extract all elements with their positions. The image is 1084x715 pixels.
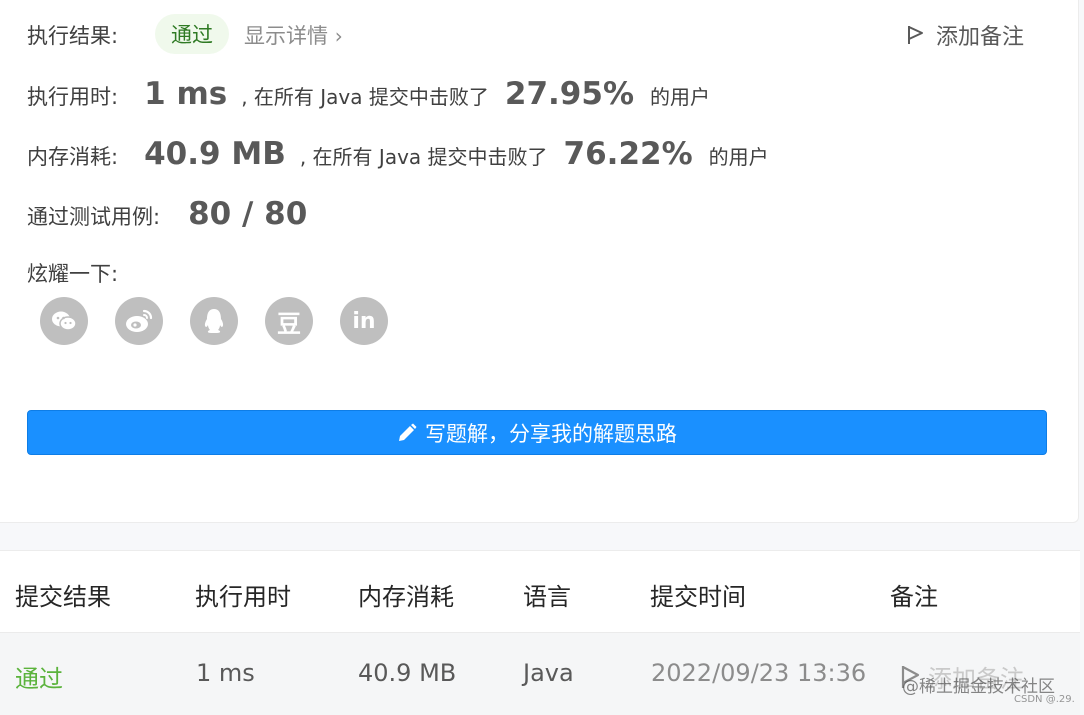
row-language: Java <box>523 659 574 687</box>
share-icons: 豆 in <box>40 297 388 345</box>
status-badge: 通过 <box>155 14 229 54</box>
pencil-icon <box>399 423 417 441</box>
table-header: 提交结果 执行用时 内存消耗 语言 提交时间 备注 <box>0 551 1080 632</box>
runtime-percent: 27.95% <box>504 76 635 112</box>
row-result[interactable]: 通过 <box>15 659 63 694</box>
show-details-link[interactable]: 显示详情 › <box>244 20 343 50</box>
douban-icon[interactable]: 豆 <box>265 297 313 345</box>
memory-percent: 76.22% <box>563 136 693 172</box>
header-result: 提交结果 <box>15 583 111 611</box>
add-note-button[interactable]: 添加备注 <box>906 19 1024 51</box>
show-details-label: 显示详情 <box>244 24 328 48</box>
memory-value: 40.9 MB <box>144 136 286 172</box>
runtime-beat-text: , 在所有 Java 提交中击败了 <box>241 85 489 109</box>
runtime-suffix: 的用户 <box>650 85 711 109</box>
memory-beat-text: , 在所有 Java 提交中击败了 <box>299 145 548 169</box>
header-time: 提交时间 <box>650 583 746 611</box>
share-label: 炫耀一下: <box>27 262 119 286</box>
header-runtime: 执行用时 <box>195 583 291 611</box>
testcases-label: 通过测试用例: <box>27 205 161 229</box>
linkedin-icon[interactable]: in <box>340 297 388 345</box>
linkedin-glyph: in <box>352 308 376 334</box>
share-row: 炫耀一下: <box>27 258 118 288</box>
submission-result-card: 执行结果: 通过 显示详情 › 添加备注 执行用时: 1 ms , 在所有 Ja… <box>0 0 1079 523</box>
memory-suffix: 的用户 <box>708 145 769 169</box>
result-row: 执行结果: <box>27 20 118 50</box>
write-solution-label: 写题解，分享我的解题思路 <box>425 421 677 446</box>
runtime-row: 执行用时: 1 ms , 在所有 Java 提交中击败了 27.95% 的用户 <box>27 76 710 112</box>
write-solution-button[interactable]: 写题解，分享我的解题思路 <box>27 410 1047 455</box>
qq-icon[interactable] <box>190 297 238 345</box>
flag-icon <box>908 26 923 44</box>
chevron-right-icon: › <box>334 24 343 48</box>
result-label: 执行结果: <box>27 24 119 48</box>
header-note: 备注 <box>890 583 938 611</box>
runtime-value: 1 ms <box>144 76 228 112</box>
header-language: 语言 <box>523 583 571 611</box>
wechat-icon[interactable] <box>40 297 88 345</box>
watermark-sub: CSDN @.29. <box>1014 694 1075 705</box>
header-memory: 内存消耗 <box>358 583 454 611</box>
row-runtime: 1 ms <box>196 659 255 687</box>
weibo-icon[interactable] <box>115 297 163 345</box>
testcases-value: 80 / 80 <box>188 196 308 232</box>
douban-glyph: 豆 <box>277 309 301 338</box>
runtime-label: 执行用时: <box>27 85 119 109</box>
testcases-row: 通过测试用例: 80 / 80 <box>27 196 307 232</box>
memory-row: 内存消耗: 40.9 MB , 在所有 Java 提交中击败了 76.22% 的… <box>27 136 769 172</box>
memory-label: 内存消耗: <box>27 145 119 169</box>
add-note-label: 添加备注 <box>936 25 1025 50</box>
row-memory: 40.9 MB <box>358 659 457 687</box>
row-time: 2022/09/23 13:36 <box>651 659 867 687</box>
